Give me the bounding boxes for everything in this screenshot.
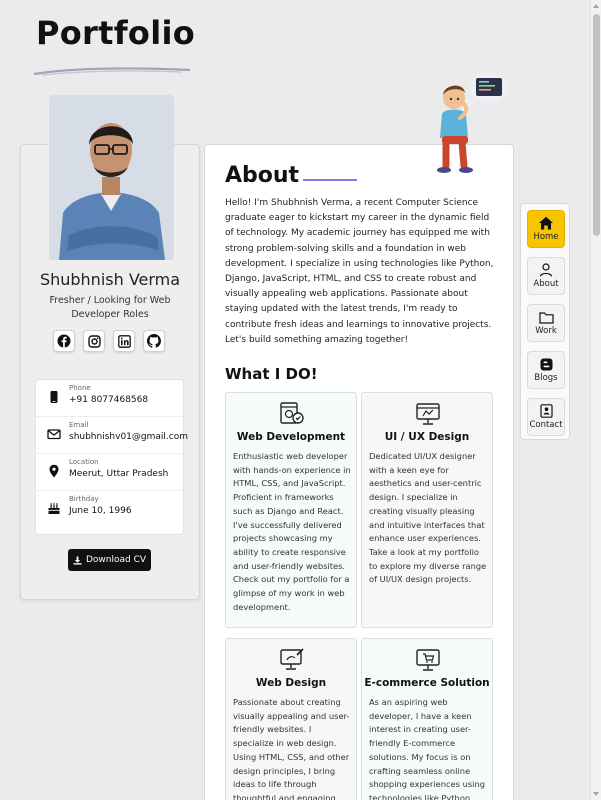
email-value[interactable]: shubhnishv01@gmail.com	[69, 432, 188, 442]
service-card-ecommerce: E-commerce Solution As an aspiring web d…	[361, 638, 493, 800]
service-title: UI / UX Design	[384, 431, 470, 443]
contact-info: Phone +91 8077468568 Email shubhnishv01@…	[35, 379, 188, 535]
linkedin-icon	[117, 334, 131, 348]
contact-label: Email	[69, 421, 89, 429]
location-value: Meerut, Uttar Pradesh	[69, 469, 169, 479]
service-text: As an aspiring web developer, I have a k…	[369, 697, 486, 800]
facebook-icon	[57, 334, 71, 348]
contact-label: Birthday	[69, 495, 99, 503]
user-icon	[539, 263, 553, 277]
nav-work[interactable]: Work	[527, 304, 565, 342]
home-icon	[539, 216, 553, 230]
service-text: Enthusiastic web developer with hands-on…	[233, 451, 351, 612]
email-icon	[47, 429, 61, 440]
ui-ux-design-icon	[416, 403, 440, 425]
about-underline	[303, 179, 357, 181]
service-card-web-design: Web Design Passionate about creating vis…	[225, 638, 357, 800]
nav-about[interactable]: About	[527, 257, 565, 295]
contact-phone: Phone +91 8077468568	[36, 380, 185, 417]
nav-label: Blogs	[534, 372, 558, 383]
web-development-icon	[280, 402, 304, 424]
scroll-down-arrow-icon[interactable]	[593, 792, 599, 796]
folder-icon	[538, 311, 554, 324]
web-design-icon	[280, 648, 304, 670]
download-cv-label: Download CV	[85, 555, 147, 565]
profile-role: Fresher / Looking for Web Developer Role…	[49, 295, 171, 320]
nav-home[interactable]: Home	[527, 210, 565, 248]
blog-icon	[540, 358, 552, 370]
service-card-ui-ux-design: UI / UX Design Dedicated UI/UX designer …	[361, 392, 493, 628]
nav-blogs[interactable]: Blogs	[527, 351, 565, 389]
phone-icon	[50, 391, 58, 403]
contact-label: Phone	[69, 384, 91, 392]
linkedin-link[interactable]	[113, 330, 135, 352]
about-heading: About	[225, 163, 300, 188]
github-icon	[147, 334, 161, 348]
ecommerce-icon	[416, 649, 440, 671]
profile-name: Shubhnish Verma	[39, 270, 181, 289]
nav-label: About	[533, 279, 559, 289]
scrollbar[interactable]	[590, 0, 601, 800]
location-pin-icon	[49, 464, 59, 478]
side-navigation: Home About Work Blogs Contact	[520, 203, 570, 440]
service-title: Web Development	[236, 431, 346, 443]
instagram-link[interactable]	[83, 330, 105, 352]
instagram-icon	[87, 334, 101, 348]
birthday-value: June 10, 1996	[69, 506, 132, 516]
contact-location: Location Meerut, Uttar Pradesh	[36, 454, 185, 491]
github-link[interactable]	[143, 330, 165, 352]
social-links	[53, 330, 165, 352]
contact-birthday: Birthday June 10, 1996	[36, 491, 185, 528]
site-logo[interactable]: Portfolio	[36, 14, 195, 52]
service-card-web-development: Web Development Enthusiastic web develop…	[225, 392, 357, 628]
scrollbar-thumb[interactable]	[593, 14, 600, 236]
avatar	[49, 95, 174, 260]
download-icon	[73, 555, 82, 565]
birthday-cake-icon	[48, 503, 60, 514]
contact-email: Email shubhnishv01@gmail.com	[36, 417, 188, 454]
brush-stroke-decoration	[33, 67, 191, 76]
service-text: Dedicated UI/UX designer with a keen eye…	[369, 451, 487, 585]
download-cv-button[interactable]: Download CV	[68, 549, 151, 571]
nav-label: Contact	[529, 420, 563, 430]
services-heading: What I DO!	[225, 365, 318, 383]
contact-card-icon	[539, 404, 553, 418]
nav-label: Work	[535, 325, 557, 336]
contact-label: Location	[69, 458, 99, 466]
facebook-link[interactable]	[53, 330, 75, 352]
service-title: E-commerce Solution	[364, 677, 490, 689]
scroll-up-arrow-icon[interactable]	[593, 4, 599, 8]
nav-contact[interactable]: Contact	[527, 398, 565, 436]
service-title: Web Design	[255, 677, 327, 689]
developer-illustration	[437, 73, 508, 173]
nav-label: Home	[533, 232, 559, 242]
phone-value[interactable]: +91 8077468568	[69, 395, 148, 405]
service-text: Passionate about creating visually appea…	[233, 697, 350, 800]
about-text: Hello! I'm Shubhnish Verma, a recent Com…	[225, 198, 494, 345]
